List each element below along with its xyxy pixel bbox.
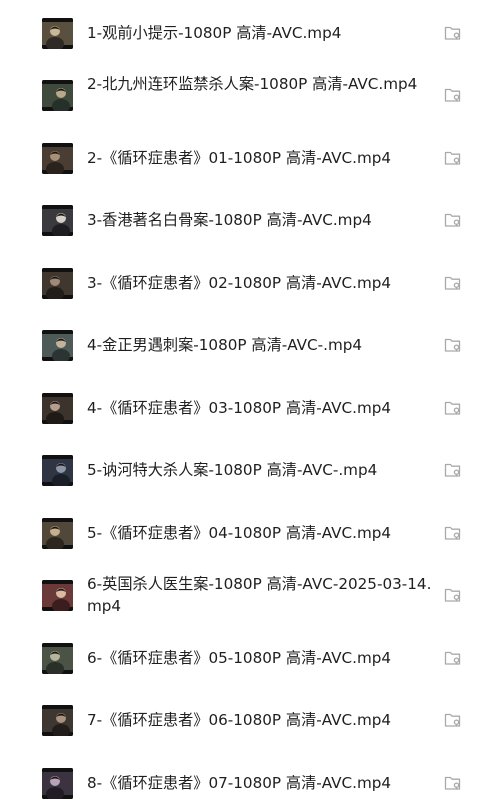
video-thumbnail — [42, 329, 73, 361]
file-name: 8-《循环症患者》07-1080P 高清-AVC.mp4 — [87, 774, 392, 792]
video-thumbnail — [42, 17, 73, 49]
folder-location-icon[interactable] — [442, 522, 464, 544]
video-thumbnail — [42, 579, 73, 611]
file-name: 6-《循环症患者》05-1080P 高清-AVC.mp4 — [87, 649, 392, 667]
file-name: 4-《循环症患者》03-1080P 高清-AVC.mp4 — [87, 399, 392, 417]
folder-location-icon[interactable] — [442, 772, 464, 794]
folder-location-icon[interactable] — [442, 584, 464, 606]
folder-location-icon[interactable] — [442, 22, 464, 44]
file-list: 1-观前小提示-1080P 高清-AVC.mp4 2-北九州连环监禁杀人案-108… — [0, 0, 487, 800]
file-name: 3-香港著名白骨案-1080P 高清-AVC.mp4 — [87, 211, 372, 229]
video-thumbnail — [42, 517, 73, 549]
file-name: 5-《循环症患者》04-1080P 高清-AVC.mp4 — [87, 524, 392, 542]
file-name: 4-金正男遇刺案-1080P 高清-AVC-.mp4 — [87, 336, 363, 354]
file-name: 1-观前小提示-1080P 高清-AVC.mp4 — [87, 24, 342, 42]
file-name: 7-《循环症患者》06-1080P 高清-AVC.mp4 — [87, 711, 392, 729]
folder-location-icon[interactable] — [442, 709, 464, 731]
folder-location-icon[interactable] — [442, 272, 464, 294]
folder-location-icon[interactable] — [442, 397, 464, 419]
folder-location-icon[interactable] — [442, 334, 464, 356]
video-thumbnail — [42, 767, 73, 799]
video-thumbnail — [42, 267, 73, 299]
video-thumbnail — [42, 704, 73, 736]
video-thumbnail — [42, 454, 73, 486]
video-thumbnail — [42, 642, 73, 674]
folder-location-icon[interactable] — [442, 209, 464, 231]
folder-location-icon[interactable] — [442, 647, 464, 669]
video-thumbnail — [42, 79, 73, 111]
file-name: 2-北九州连环监禁杀人案-1080P 高清-AVC.mp4 — [87, 75, 418, 93]
video-thumbnail — [42, 204, 73, 236]
file-name: 5-讷河特大杀人案-1080P 高清-AVC-.mp4 — [87, 461, 378, 479]
folder-location-icon[interactable] — [442, 459, 464, 481]
video-thumbnail — [42, 392, 73, 424]
video-thumbnail — [42, 142, 73, 174]
folder-location-icon[interactable] — [442, 84, 464, 106]
file-name: 6-英国杀人医生案-1080P 高清-AVC-2025-03-14.mp4 — [87, 575, 432, 615]
file-name: 2-《循环症患者》01-1080P 高清-AVC.mp4 — [87, 149, 392, 167]
file-name: 3-《循环症患者》02-1080P 高清-AVC.mp4 — [87, 274, 392, 292]
folder-location-icon[interactable] — [442, 147, 464, 169]
